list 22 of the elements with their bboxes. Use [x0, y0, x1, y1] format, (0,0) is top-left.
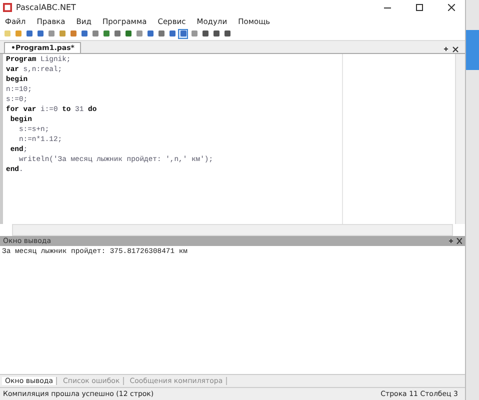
app-icon	[3, 3, 12, 12]
maximize-icon[interactable]	[416, 4, 422, 12]
toolbar-button[interactable]	[79, 28, 89, 39]
toolbar-button[interactable]	[112, 28, 122, 39]
toolbar-button[interactable]	[156, 28, 166, 39]
toolbar-button[interactable]	[211, 28, 221, 39]
toolbar-button[interactable]	[35, 28, 45, 39]
horizontal-scrollbar[interactable]	[12, 224, 453, 236]
toolbar-button[interactable]	[167, 28, 177, 39]
toolbar-button[interactable]	[200, 28, 210, 39]
toolbar-button[interactable]	[145, 28, 155, 39]
toolbar-button[interactable]	[90, 28, 100, 39]
toolbar-button[interactable]	[101, 28, 111, 39]
window-title: PascalABC.NET	[16, 3, 77, 12]
close-icon[interactable]	[448, 4, 454, 12]
toolbar-button[interactable]	[24, 28, 34, 39]
pin-close-icon[interactable]	[448, 238, 462, 244]
toolbar-button[interactable]	[178, 28, 188, 39]
toolbar-button[interactable]	[123, 28, 133, 39]
toolbar-button[interactable]	[68, 28, 78, 39]
toolbar-button[interactable]	[222, 28, 232, 39]
vertical-scrollbar[interactable]	[455, 54, 465, 224]
